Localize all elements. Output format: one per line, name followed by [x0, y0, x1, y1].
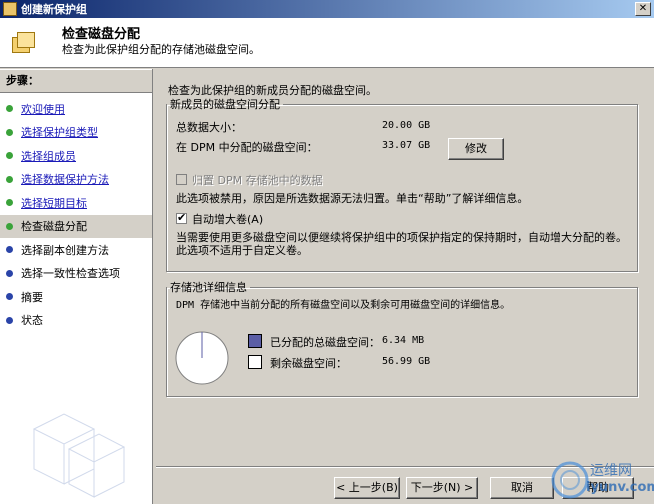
step-item[interactable]: 选择组成员 [0, 144, 152, 168]
allocated-space-value: 33.07 GB [382, 140, 431, 151]
pool-free-value: 56.99 GB [382, 356, 431, 367]
allocated-legend-swatch [248, 334, 262, 348]
step-label: 摘要 [21, 290, 43, 304]
step-label[interactable]: 选择保护组类型 [21, 124, 98, 140]
colocate-checkbox [176, 174, 187, 185]
storage-pool-legend: 存储池详细信息 [170, 281, 247, 294]
close-icon[interactable]: ✕ [635, 2, 651, 16]
step-item: 检查磁盘分配 [0, 214, 152, 238]
autogrow-checkbox[interactable]: ✔ [176, 211, 187, 224]
steps-list: 欢迎使用选择保护组类型 选择组成员选择数据保护方法 选择短期目标 检查磁盘分配选择副本… [0, 97, 152, 332]
next-button[interactable]: 下一步(N) > [406, 477, 478, 499]
site-watermark: 运维网 iyunv.com [550, 456, 654, 502]
step-item: 选择副本创建方法 [0, 238, 152, 262]
page-title: 检查磁盘分配 [62, 27, 141, 42]
protection-group-icon [12, 32, 36, 54]
steps-panel: 步骤： 欢迎使用选择保护组类型 选择组成员选择数据保护方法 选择短期目标 检查磁盘分配… [0, 69, 153, 504]
cancel-button[interactable]: 取消 [490, 477, 554, 499]
step-label: 选择一致性检查选项 [21, 267, 120, 281]
step-status-dot-icon [6, 269, 13, 277]
watermark-logo-icon [551, 461, 589, 499]
allocated-space-label: 在 DPM 中分配的磁盘空间： [176, 141, 318, 154]
watermark-url: iyunv.com [586, 480, 654, 495]
colocate-note: 此选项被禁用，原因是所选数据源无法归置。单击“帮助”了解详细信息。 [176, 192, 529, 205]
step-item[interactable]: 选择数据保护方法 [0, 168, 152, 192]
step-status-dot-icon [6, 316, 13, 324]
step-status-dot-icon [6, 293, 13, 301]
step-status-dot-icon [6, 128, 13, 136]
step-label[interactable]: 选择组成员 [21, 148, 76, 164]
step-item: 选择一致性检查选项 [0, 262, 152, 286]
step-label[interactable]: 欢迎使用 [21, 101, 65, 117]
page-subtitle: 检查为此保护组分配的存储池磁盘空间。 [62, 43, 260, 56]
total-size-value: 20.00 GB [382, 120, 431, 131]
step-status-dot-icon [6, 175, 13, 183]
modify-button[interactable]: 修改 [448, 138, 504, 160]
step-item[interactable]: 欢迎使用 [0, 97, 152, 121]
step-status-dot-icon [6, 199, 13, 207]
step-item: 摘要 [0, 285, 152, 309]
step-label[interactable]: 选择短期目标 [21, 195, 87, 211]
total-size-label: 总数据大小： [176, 121, 242, 134]
storage-pool-description: DPM 存储池中当前分配的所有磁盘空间以及剩余可用磁盘空间的详细信息。 [176, 300, 511, 311]
step-status-dot-icon [6, 105, 13, 113]
step-item[interactable]: 选择保护组类型 [0, 121, 152, 145]
step-status-dot-icon [6, 222, 13, 230]
steps-title: 步骤： [0, 69, 152, 93]
step-status-dot-icon [6, 152, 13, 160]
back-button[interactable]: < 上一步(B) [334, 477, 400, 499]
pool-allocated-value: 6.34 MB [382, 335, 425, 346]
step-item: 状态 [0, 309, 152, 333]
step-label: 选择副本创建方法 [21, 243, 109, 257]
pool-allocated-label: 已分配的总磁盘空间： [270, 336, 380, 349]
app-icon [3, 2, 17, 16]
step-item[interactable]: 选择短期目标 [0, 191, 152, 215]
step-label: 检查磁盘分配 [21, 220, 87, 234]
colocate-label: 归置 DPM 存储池中的数据 [192, 174, 323, 187]
autogrow-note: 此选项不适用于自定义卷。 [176, 244, 308, 257]
new-members-legend: 新成员的磁盘空间分配 [170, 98, 280, 111]
step-status-dot-icon [6, 246, 13, 254]
decorative-servers-art [32, 413, 126, 498]
step-label[interactable]: 选择数据保护方法 [21, 171, 109, 187]
autogrow-label[interactable]: 自动增大卷(A) [192, 211, 263, 227]
window-title: 创建新保护组 [21, 3, 87, 16]
checkmark-icon: ✔ [177, 211, 187, 224]
free-legend-swatch [248, 355, 262, 369]
pool-free-label: 剩余磁盘空间： [270, 357, 347, 370]
window-titlebar: 创建新保护组 ✕ [0, 0, 654, 18]
step-label: 状态 [21, 314, 43, 328]
watermark-text: 运维网 [590, 463, 632, 479]
disk-usage-pie-chart [175, 331, 229, 385]
wizard-header: 检查磁盘分配 检查为此保护组分配的存储池磁盘空间。 [0, 18, 654, 68]
